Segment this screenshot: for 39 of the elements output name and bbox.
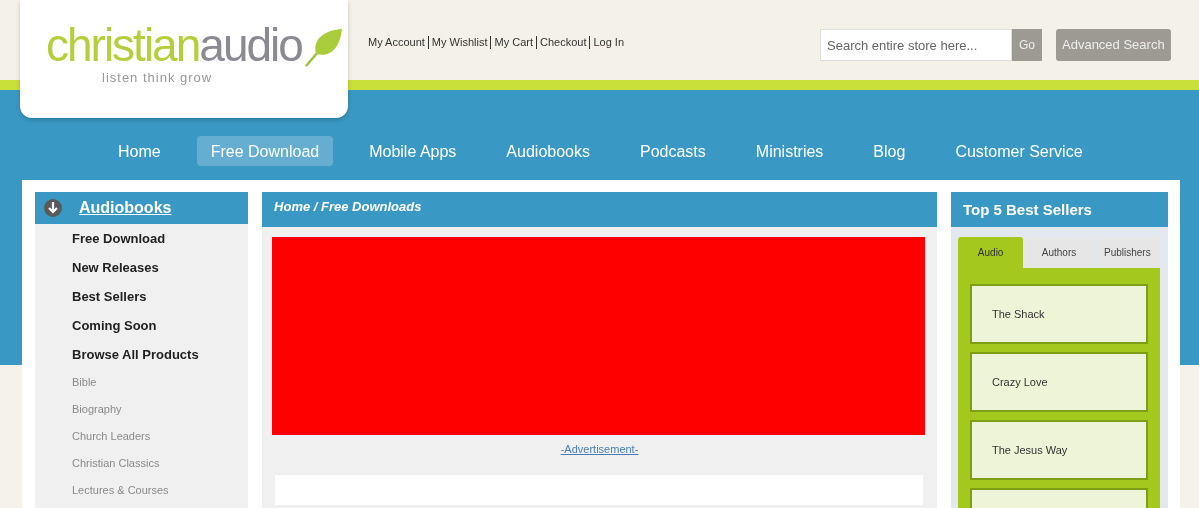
advertisement-link[interactable]: -Advertisement- [262, 441, 937, 458]
category-link[interactable]: Christian Classics [35, 450, 249, 477]
logo-card[interactable]: christianaudio listen think grow [20, 0, 348, 118]
best-seller-item[interactable]: Crazy Love [969, 352, 1148, 412]
sidebar-link[interactable]: Free Download [35, 224, 249, 253]
sidebar-link[interactable]: New Releases [35, 253, 249, 282]
tab[interactable]: Authors [1026, 237, 1092, 268]
nav-link[interactable]: Blog [859, 136, 920, 166]
account-link[interactable]: My Cart [490, 36, 536, 49]
account-link[interactable]: Checkout [535, 36, 590, 49]
breadcrumb: Home / Free Downloads [262, 192, 937, 227]
search-field[interactable]: Search entire store here... [820, 29, 1012, 61]
tab[interactable]: Publishers [1094, 237, 1160, 268]
account-link[interactable]: My Wishlist [427, 36, 491, 49]
account-link[interactable]: Log In [589, 36, 628, 49]
logo-wordmark: christianaudio [46, 22, 302, 68]
nav-link[interactable]: Audiobooks [492, 136, 604, 166]
nav-link[interactable]: Podcasts [626, 136, 720, 166]
account-link[interactable]: My Account [368, 36, 428, 49]
go-button[interactable]: Go [1012, 29, 1042, 61]
best-seller-item[interactable]: The Jesus Way [969, 420, 1148, 480]
tab[interactable]: Audio [957, 237, 1024, 268]
logo-tagline: listen think grow [102, 69, 214, 87]
nav-link[interactable]: Mobile Apps [355, 136, 471, 166]
nav-link[interactable]: Free Download [196, 136, 334, 166]
nav-link[interactable]: Home [104, 136, 175, 166]
sidebar-title-link[interactable]: Audiobooks [79, 196, 172, 220]
advanced-search-button[interactable]: Advanced Search [1056, 29, 1171, 61]
category-link[interactable]: Bible [35, 369, 249, 396]
sidebar-link[interactable]: Best Sellers [35, 282, 249, 311]
best-seller-item[interactable]: The Shack [969, 284, 1148, 344]
sidebar-link[interactable]: Coming Soon [35, 311, 249, 340]
category-link[interactable]: Church Leaders [35, 423, 249, 450]
nav-link[interactable]: Ministries [741, 136, 838, 166]
nav-link[interactable]: Customer Service [941, 136, 1097, 166]
sidebar-link[interactable]: Browse All Products [35, 340, 249, 369]
best-sellers-title: Top 5 Best Sellers [950, 192, 1168, 227]
category-link[interactable]: Lectures & Courses [35, 477, 249, 504]
category-link[interactable]: Biography [35, 396, 249, 423]
